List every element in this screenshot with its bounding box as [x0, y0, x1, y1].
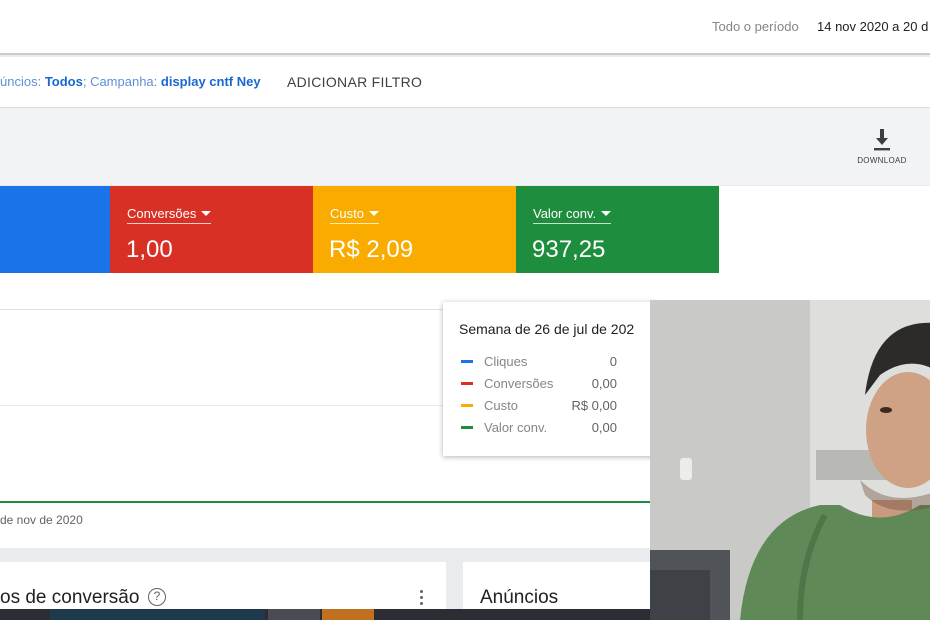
- scorecard-conversion-value[interactable]: Valor conv. 937,25: [516, 186, 719, 273]
- download-button[interactable]: DOWNLOAD: [852, 128, 912, 165]
- ads-filter-value: Todos: [44, 74, 83, 89]
- tooltip-label: Conversões: [484, 376, 554, 391]
- active-filters[interactable]: úncios: Todos; Campanha: display cntf Ne…: [0, 74, 261, 89]
- legend-swatch: [461, 426, 473, 429]
- dropdown-caret-icon: [201, 211, 212, 216]
- report-toolbar: DOWNLOAD: [0, 107, 930, 185]
- card-title: os de conversão: [0, 587, 140, 608]
- more-vert-icon[interactable]: [418, 590, 424, 608]
- legend-swatch: [461, 360, 473, 363]
- period-label: Todo o período: [712, 19, 799, 34]
- metric-value: R$ 2,09: [329, 236, 414, 263]
- taskbar-app[interactable]: [322, 609, 374, 620]
- scorecard-conversions[interactable]: Conversões 1,00: [110, 186, 313, 273]
- scorecard-row: Conversões 1,00 Custo R$ 2,09 Valor conv…: [0, 186, 930, 273]
- metric-value: 1,00: [126, 236, 173, 263]
- taskbar-app[interactable]: [50, 609, 265, 620]
- help-circle-icon[interactable]: ?: [148, 588, 166, 606]
- tooltip-value: 0: [609, 354, 617, 369]
- tooltip-row-conversions: Conversões 0,00: [461, 376, 617, 392]
- scorecard-clicks[interactable]: [0, 186, 110, 273]
- x-axis-label: de nov de 2020: [0, 513, 83, 527]
- metric-name: Custo: [330, 206, 364, 221]
- dropdown-caret-icon: [368, 211, 379, 216]
- filter-bar: úncios: Todos; Campanha: display cntf Ne…: [0, 57, 930, 107]
- tooltip-value: 0,00: [591, 376, 617, 391]
- tooltip-label: Valor conv.: [484, 420, 548, 435]
- metric-name: Valor conv.: [533, 206, 597, 221]
- os-taskbar: [0, 609, 650, 620]
- metric-selector-conversion-value[interactable]: Valor conv.: [533, 206, 612, 224]
- campaign-filter-value: display cntf Ney: [160, 74, 261, 89]
- tooltip-row-conversion-value: Valor conv. 0,00: [461, 420, 617, 436]
- card-title: Anúncios: [480, 587, 559, 608]
- webcam-video-overlay: [650, 300, 930, 620]
- metric-value: 937,25: [532, 236, 606, 263]
- taskbar-app[interactable]: [268, 609, 320, 620]
- scorecard-cost[interactable]: Custo R$ 2,09: [313, 186, 516, 273]
- add-filter-button[interactable]: ADICIONAR FILTRO: [287, 74, 422, 90]
- chart-tooltip: Semana de 26 de jul de 202 Cliques 0 Con…: [443, 302, 657, 456]
- tooltip-row-clicks: Cliques 0: [461, 354, 617, 370]
- metric-selector-cost[interactable]: Custo: [330, 206, 379, 224]
- tooltip-label: Custo: [484, 398, 518, 413]
- tooltip-value: 0,00: [591, 420, 617, 435]
- tooltip-label: Cliques: [484, 354, 528, 369]
- presenter-video: [650, 300, 930, 620]
- ads-filter-prefix: úncios:: [0, 74, 45, 89]
- date-range-selector[interactable]: 14 nov 2020 a 20 d: [817, 19, 928, 34]
- dropdown-caret-icon: [601, 211, 612, 216]
- metric-name: Conversões: [127, 206, 197, 221]
- campaign-filter-prefix: ; Campanha:: [82, 74, 161, 89]
- tooltip-title: Semana de 26 de jul de 202: [459, 321, 635, 337]
- legend-swatch: [461, 382, 473, 385]
- metric-selector-conversions[interactable]: Conversões: [127, 206, 212, 224]
- download-label: DOWNLOAD: [857, 156, 907, 165]
- top-bar: Todo o período 14 nov 2020 a 20 d: [0, 0, 930, 55]
- series-line-conversion-value: [0, 501, 652, 503]
- legend-swatch: [461, 404, 473, 407]
- tooltip-value: R$ 0,00: [571, 398, 617, 413]
- download-icon: [874, 129, 890, 151]
- tooltip-row-cost: Custo R$ 0,00: [461, 398, 617, 414]
